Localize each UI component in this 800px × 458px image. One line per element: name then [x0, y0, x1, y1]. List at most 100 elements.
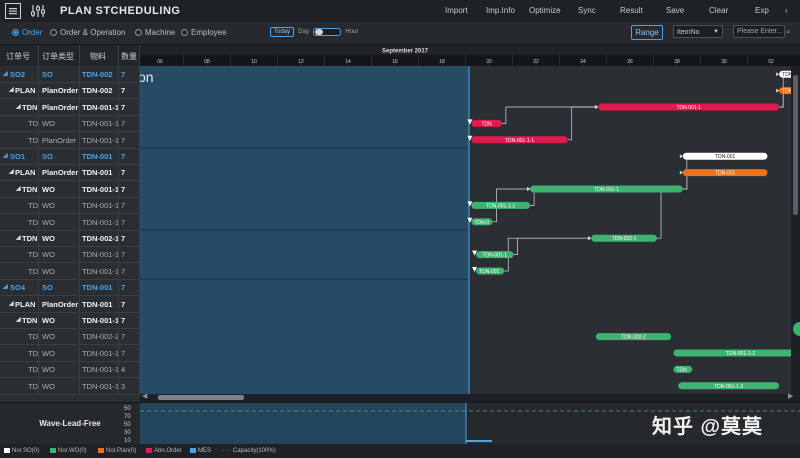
gantt-canvas[interactable]: September 2017 on06 08 10 12 14 16 18 20 22 24 26 28…	[140, 45, 800, 394]
grid-cell-id: PLAN	[15, 168, 36, 178]
timeline-day-label: 24	[580, 59, 586, 65]
grid-cell-type: PlanOrder	[42, 299, 78, 309]
grid-cell-id: SO4	[10, 283, 26, 293]
grid-cell-id: TD	[28, 365, 38, 375]
gantt-bar-label: TDN-001	[479, 269, 500, 275]
table-row[interactable]: TD PlanOrder TDN-001-1 7	[0, 132, 140, 149]
gantt-horizontal-scrollbar[interactable]: ◀ ▶	[140, 392, 800, 402]
settings-sliders-icon[interactable]	[30, 3, 46, 19]
table-row[interactable]: TD WO TDN-002-2 7	[0, 328, 140, 346]
gantt-chart[interactable]: September 2017 on 06 08 10 12 14 16 18 20 22 24 26 28…	[140, 45, 800, 394]
grid-cell-item: TDN-001-1	[82, 102, 118, 112]
grid-cell-type: SO	[42, 152, 53, 161]
app-menu-icon[interactable]	[5, 3, 21, 19]
scroll-left-icon[interactable]: ◀	[142, 392, 147, 400]
expand-toggle-icon[interactable]: ◢	[3, 283, 8, 290]
menu-result[interactable]: Result	[620, 6, 643, 15]
table-row[interactable]: TD WO TDN-001-1 7	[0, 246, 140, 264]
search-icon[interactable]: ⌕	[786, 25, 798, 38]
grid-cell-qty: 7	[121, 70, 126, 79]
grid-cell-type: WO	[42, 316, 55, 325]
table-row[interactable]: PLAN PlanOrder TDN-001 7 ◢	[0, 164, 140, 182]
grid-cell-id: PLAN	[15, 299, 36, 309]
grid-cell-item: TDN-002-2	[82, 332, 118, 342]
dependency-link	[567, 106, 597, 141]
menu-clear[interactable]: Clear	[709, 6, 728, 15]
col-quantity[interactable]: 数量	[121, 51, 137, 62]
grid-cell-id: TD	[28, 266, 38, 276]
expand-toggle-icon[interactable]: ◢	[16, 316, 21, 323]
timeline-month-label: September 2017	[382, 49, 429, 55]
gantt-bar-label: TDN-001-1-2	[714, 384, 743, 390]
gantt-bar-label: TDN-001-1	[594, 187, 619, 193]
table-row[interactable]: TD WO TDN-001-1 7	[0, 214, 140, 231]
gantt-bar-label: TDN-001-1-1	[505, 138, 534, 144]
menu-export[interactable]: Exp	[755, 6, 769, 15]
gantt-bar-label: TDN-001	[715, 154, 736, 160]
table-row[interactable]: TD WO TDN-001-1 7	[0, 197, 140, 215]
view-machine-radio[interactable]: Machine	[135, 28, 175, 37]
view-employee-radio[interactable]: Employee	[181, 28, 227, 37]
item-field-select[interactable]: ItemNo ▼	[673, 25, 723, 38]
table-row[interactable]: TDN WO TDN-001-1 7 ◢	[0, 312, 140, 329]
grid-cell-qty: 4	[121, 365, 126, 375]
table-row[interactable]: SO4 SO TDN-001 7 ◢	[0, 279, 140, 297]
col-order-no[interactable]: 订单号	[6, 51, 30, 62]
range-button[interactable]: Range	[631, 25, 663, 40]
table-row[interactable]: TDN WO TDN-001-1 7 ◢	[0, 181, 140, 198]
menu-sync[interactable]: Sync	[578, 6, 596, 15]
chevron-left-icon[interactable]: ‹	[785, 6, 788, 15]
expand-toggle-icon[interactable]: ◢	[9, 168, 14, 175]
grid-cell-id: TD	[28, 135, 38, 145]
today-button[interactable]: Today	[270, 27, 295, 37]
table-row[interactable]: TD WO TDN-001-1 3	[0, 378, 140, 395]
expand-toggle-icon[interactable]: ◢	[9, 86, 14, 93]
expand-toggle-icon[interactable]: ◢	[9, 300, 14, 307]
gantt-bar-label: TDN-001-1	[482, 253, 507, 259]
dependency-arrow	[679, 170, 683, 175]
dependency-arrow	[527, 187, 531, 191]
menu-import[interactable]: Import	[445, 6, 468, 15]
gantt-bar-label: TDN-001-1	[676, 105, 701, 111]
timeline-day-label: 08	[204, 59, 210, 65]
menu-optimize[interactable]: Optimize	[529, 6, 561, 15]
table-row[interactable]: SO2 SO TDN-002 7 ◢	[0, 66, 140, 83]
table-row[interactable]: TDN PlanOrder TDN-001-1 7 ◢	[0, 99, 140, 116]
col-order-type[interactable]: 订单类型	[42, 51, 74, 62]
timeline-day-label: 28	[674, 59, 680, 65]
menu-save[interactable]: Save	[666, 6, 684, 15]
table-row[interactable]: TD WO TDN-001-1 7	[0, 345, 140, 362]
expand-toggle-icon[interactable]: ◢	[16, 185, 21, 192]
expand-toggle-icon[interactable]: ◢	[16, 234, 21, 241]
gantt-bar-label: TDN-001-1-1	[486, 203, 515, 209]
gantt-bar-label: TDN-001	[715, 171, 736, 177]
table-row[interactable]: TD WO TDN-001-1 7	[0, 115, 140, 133]
grid-cell-type: WO	[42, 184, 55, 194]
grid-cell-id: SO2	[10, 70, 26, 79]
table-row[interactable]: TDN WO TDN-002-1 7 ◢	[0, 230, 140, 247]
grid-cell-id: TDN	[22, 184, 38, 194]
search-input[interactable]: Please Enter...	[733, 25, 785, 38]
expand-toggle-icon[interactable]: ◢	[16, 103, 21, 110]
zoom-slider[interactable]	[313, 28, 342, 36]
expand-toggle-icon[interactable]: ◢	[3, 70, 8, 77]
scrollbar-thumb[interactable]	[158, 395, 244, 400]
col-material[interactable]: 物料	[90, 51, 106, 62]
timeline-day-label: 02	[768, 59, 774, 65]
table-row[interactable]: TD WO TDN-001-1 4	[0, 361, 140, 379]
menu-imp-info[interactable]: Imp.Info	[486, 6, 515, 15]
grid-cell-qty: 3	[121, 381, 126, 391]
zoom-slider-handle[interactable]	[315, 29, 324, 35]
table-row[interactable]: TD WO TDN-001-1 7	[0, 263, 140, 280]
table-row[interactable]: PLAN PlanOrder TDN-001 7 ◢	[0, 296, 140, 313]
grid-cell-qty: 7	[121, 86, 126, 96]
floating-action-button[interactable]	[793, 322, 800, 336]
grid-cell-type: WO	[42, 119, 55, 129]
table-row[interactable]: SO1 SO TDN-001 7 ◢	[0, 148, 140, 165]
scroll-right-icon[interactable]: ▶	[788, 392, 793, 400]
grid-cell-id: TD	[28, 119, 38, 129]
view-order-radio[interactable]: Order	[12, 28, 42, 37]
expand-toggle-icon[interactable]: ◢	[3, 152, 8, 159]
table-row[interactable]: PLAN PlanOrder TDN-002 7 ◢	[0, 82, 140, 100]
view-order-operation-radio[interactable]: Order & Operation	[50, 28, 125, 37]
